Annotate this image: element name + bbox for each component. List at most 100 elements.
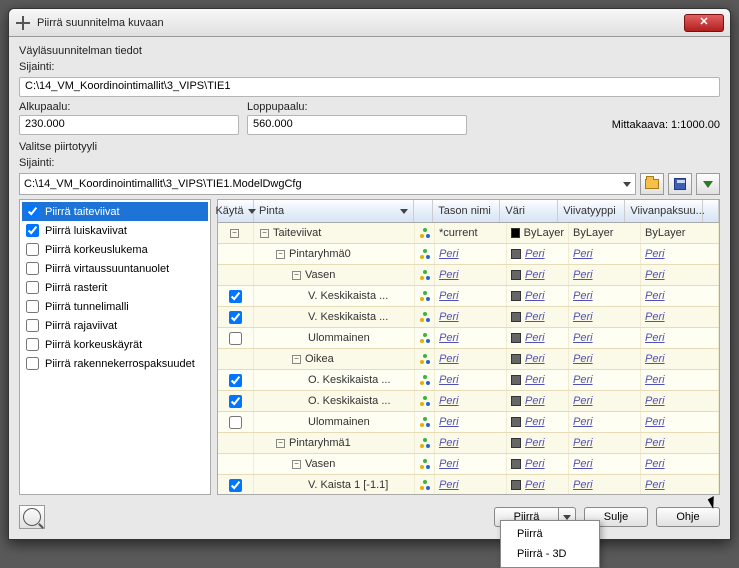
- cell-use[interactable]: [218, 349, 254, 369]
- cell-paks[interactable]: Peri: [641, 454, 719, 474]
- row-checkbox[interactable]: [229, 395, 242, 408]
- cell-icon[interactable]: [415, 265, 435, 285]
- cell-pinta[interactable]: − Pintaryhmä0: [254, 244, 415, 264]
- cell-vari[interactable]: ByLayer: [507, 223, 569, 243]
- tree-toggle-icon[interactable]: −: [276, 250, 285, 259]
- cell-tason[interactable]: Peri: [435, 475, 507, 494]
- cell-use[interactable]: [218, 307, 254, 327]
- cell-tason[interactable]: Peri: [435, 433, 507, 453]
- draw-option-checkbox[interactable]: [26, 338, 39, 351]
- cell-paks[interactable]: Peri: [641, 307, 719, 327]
- cell-icon[interactable]: [415, 307, 435, 327]
- cell-paks[interactable]: Peri: [641, 244, 719, 264]
- cell-pinta[interactable]: Ulommainen: [254, 328, 415, 348]
- col-pinta[interactable]: Pinta: [254, 200, 414, 222]
- cell-paks[interactable]: Peri: [641, 475, 719, 494]
- tree-toggle-icon[interactable]: −: [260, 229, 269, 238]
- save-button[interactable]: [668, 173, 692, 195]
- cell-tason[interactable]: Peri: [435, 265, 507, 285]
- cell-icon[interactable]: [415, 475, 435, 494]
- cell-use[interactable]: [218, 475, 254, 494]
- cell-use[interactable]: [218, 412, 254, 432]
- cell-icon[interactable]: [415, 223, 435, 243]
- cell-pinta[interactable]: O. Keskikaista ...: [254, 391, 415, 411]
- cell-vari[interactable]: Peri: [507, 349, 569, 369]
- col-kayta[interactable]: Käytä: [218, 200, 254, 222]
- cell-viiva[interactable]: Peri: [569, 307, 641, 327]
- style-location-combo[interactable]: C:\14_VM_Koordinointimallit\3_VIPS\TIE1.…: [19, 173, 636, 195]
- cell-paks[interactable]: Peri: [641, 370, 719, 390]
- draw-option-checkbox[interactable]: [26, 205, 39, 218]
- draw-option-item[interactable]: Piirrä tunnelimalli: [22, 297, 208, 316]
- cell-viiva[interactable]: Peri: [569, 412, 641, 432]
- tree-toggle-icon[interactable]: −: [292, 355, 301, 364]
- draw-option-item[interactable]: Piirrä taiteviivat: [22, 202, 208, 221]
- cell-icon[interactable]: [415, 286, 435, 306]
- zoom-button[interactable]: [19, 505, 45, 529]
- table-row[interactable]: − Pintaryhmä1PeriPeriPeriPeri: [218, 433, 719, 454]
- menu-item-piirra-3d[interactable]: Piirrä - 3D: [503, 544, 597, 564]
- cell-pinta[interactable]: V. Keskikaista ...: [254, 307, 415, 327]
- cell-pinta[interactable]: − Vasen: [254, 454, 415, 474]
- draw-option-item[interactable]: Piirrä rakennekerrospaksuudet: [22, 354, 208, 373]
- cell-pinta[interactable]: − Oikea: [254, 349, 415, 369]
- cell-tason[interactable]: *current: [435, 223, 507, 243]
- cell-use[interactable]: [218, 286, 254, 306]
- cell-pinta[interactable]: O. Keskikaista ...: [254, 370, 415, 390]
- cell-icon[interactable]: [415, 349, 435, 369]
- menu-item-piirra[interactable]: Piirrä: [503, 524, 597, 544]
- cell-use[interactable]: [218, 454, 254, 474]
- draw-option-item[interactable]: Piirrä korkeuskäyrät: [22, 335, 208, 354]
- cell-pinta[interactable]: − Pintaryhmä1: [254, 433, 415, 453]
- cell-viiva[interactable]: Peri: [569, 433, 641, 453]
- cell-use[interactable]: [218, 244, 254, 264]
- end-station-input[interactable]: 560.000: [247, 115, 467, 135]
- draw-option-item[interactable]: Piirrä korkeuslukema: [22, 240, 208, 259]
- table-row[interactable]: UlommainenPeriPeriPeriPeri: [218, 412, 719, 433]
- cell-pinta[interactable]: Ulommainen: [254, 412, 415, 432]
- table-row[interactable]: −− Taiteviivat*currentByLayerByLayerByLa…: [218, 223, 719, 244]
- col-vari[interactable]: Väri: [500, 200, 558, 222]
- row-checkbox[interactable]: [229, 311, 242, 324]
- cell-tason[interactable]: Peri: [435, 454, 507, 474]
- open-folder-button[interactable]: [640, 173, 664, 195]
- cell-use[interactable]: [218, 433, 254, 453]
- grid-body[interactable]: −− Taiteviivat*currentByLayerByLayerByLa…: [218, 223, 719, 494]
- draw-option-checkbox[interactable]: [26, 357, 39, 370]
- cell-use[interactable]: [218, 370, 254, 390]
- close-button[interactable]: ✕: [684, 14, 724, 32]
- cell-paks[interactable]: Peri: [641, 286, 719, 306]
- row-checkbox[interactable]: [229, 332, 242, 345]
- table-row[interactable]: − Pintaryhmä0PeriPeriPeriPeri: [218, 244, 719, 265]
- col-icon[interactable]: [414, 200, 433, 222]
- cell-viiva[interactable]: Peri: [569, 349, 641, 369]
- cell-icon[interactable]: [415, 412, 435, 432]
- row-checkbox[interactable]: [229, 479, 242, 492]
- cell-tason[interactable]: Peri: [435, 328, 507, 348]
- cell-viiva[interactable]: Peri: [569, 265, 641, 285]
- cell-viiva[interactable]: Peri: [569, 391, 641, 411]
- cell-paks[interactable]: Peri: [641, 328, 719, 348]
- cell-tason[interactable]: Peri: [435, 412, 507, 432]
- cell-viiva[interactable]: Peri: [569, 286, 641, 306]
- row-checkbox[interactable]: [229, 374, 242, 387]
- table-row[interactable]: O. Keskikaista ...PeriPeriPeriPeri: [218, 391, 719, 412]
- draw-option-item[interactable]: Piirrä virtaussuuntanuolet: [22, 259, 208, 278]
- tree-toggle-icon[interactable]: −: [276, 439, 285, 448]
- cell-viiva[interactable]: Peri: [569, 328, 641, 348]
- row-checkbox[interactable]: [229, 290, 242, 303]
- cell-icon[interactable]: [415, 391, 435, 411]
- cell-paks[interactable]: Peri: [641, 391, 719, 411]
- table-row[interactable]: V. Kaista 1 [-1.1]PeriPeriPeriPeri: [218, 475, 719, 494]
- titlebar[interactable]: Piirrä suunnitelma kuvaan ✕: [9, 9, 730, 37]
- cell-use[interactable]: [218, 265, 254, 285]
- col-paks[interactable]: Viivanpaksuu...: [625, 200, 703, 222]
- table-row[interactable]: UlommainenPeriPeriPeriPeri: [218, 328, 719, 349]
- cell-use[interactable]: [218, 328, 254, 348]
- cell-viiva[interactable]: Peri: [569, 454, 641, 474]
- draw-option-checkbox[interactable]: [26, 300, 39, 313]
- cell-tason[interactable]: Peri: [435, 349, 507, 369]
- cell-pinta[interactable]: − Taiteviivat: [254, 223, 415, 243]
- cell-vari[interactable]: Peri: [507, 412, 569, 432]
- cell-pinta[interactable]: − Vasen: [254, 265, 415, 285]
